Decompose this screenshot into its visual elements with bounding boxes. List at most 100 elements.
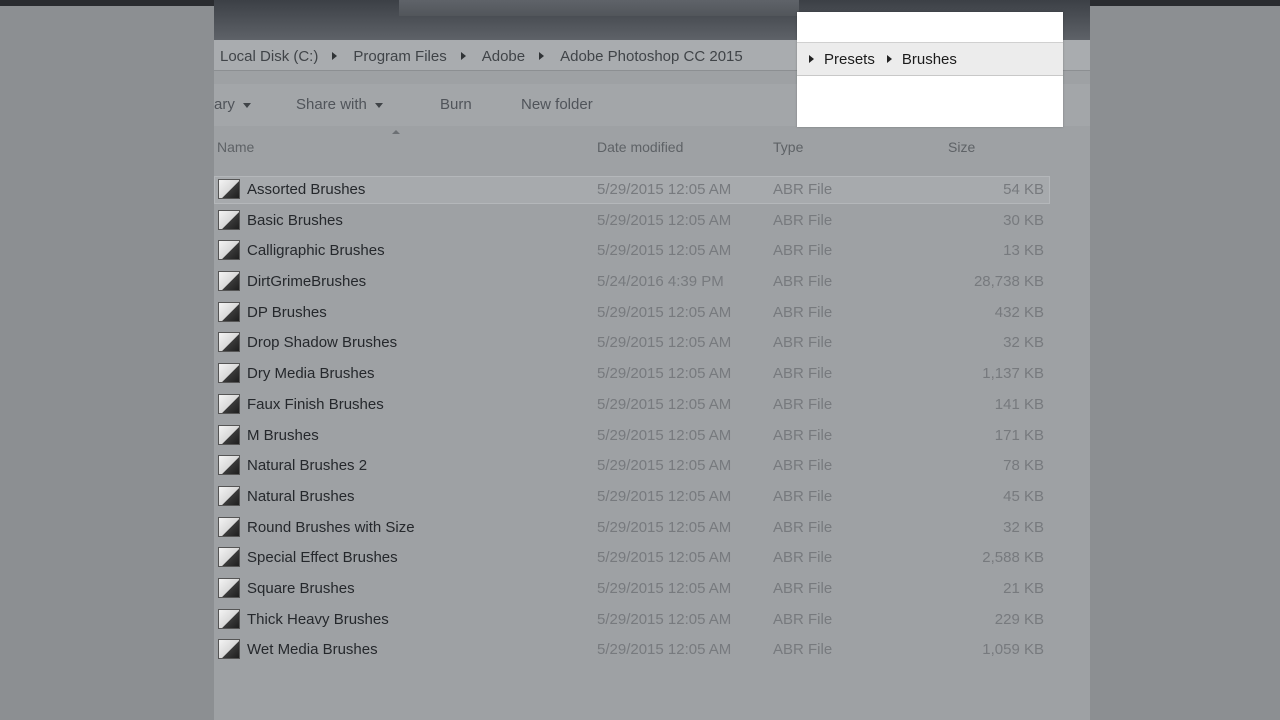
highlighted-toolbar-area [797,87,1063,127]
file-size: 30 KB [1003,211,1044,229]
abr-file-icon [218,301,240,322]
file-type: ABR File [773,549,833,567]
breadcrumb-arrow-icon[interactable] [460,52,466,60]
file-row[interactable]: Wet Media Brushes 5/29/2015 12:05 AM ABR F… [214,634,1090,665]
abr-file-icon [218,209,240,230]
file-size: 2,588 KB [982,549,1044,567]
file-row[interactable]: Square Brushes 5/29/2015 12:05 AM ABR File… [214,573,1090,604]
file-row[interactable]: Basic Brushes 5/29/2015 12:05 AM ABR File 3… [214,205,1090,236]
column-name[interactable]: Name [217,139,254,155]
crumb-program-files[interactable]: Program Files [351,48,448,65]
crumb-adobe[interactable]: Adobe [480,48,527,65]
breadcrumb: Local Disk (C:) Program Files Adobe Adob… [218,46,745,66]
file-type: ABR File [773,242,833,260]
include-in-library-label: ary [214,96,235,113]
file-row[interactable]: Dry Media Brushes 5/29/2015 12:05 AM ABR F… [214,358,1090,389]
breadcrumb-arrow-icon[interactable] [332,52,338,60]
file-size: 54 KB [1003,181,1044,198]
abr-file-icon [218,455,240,476]
new-folder-button[interactable]: New folder [521,96,593,113]
file-row[interactable]: Natural Brushes 2 5/29/2015 12:05 AM ABR F… [214,450,1090,481]
file-row[interactable]: Assorted Brushes 5/29/2015 12:05 AM ABR Fi… [214,174,1090,205]
file-date: 5/29/2015 12:05 AM [597,181,732,198]
file-name: Square Brushes [247,579,355,597]
file-row[interactable]: Natural Brushes 5/29/2015 12:05 AM ABR Fil… [214,481,1090,512]
crumb-brushes[interactable]: Brushes [902,51,957,68]
abr-file-icon [218,271,240,292]
file-type: ABR File [773,303,833,321]
file-size: 32 KB [1003,334,1044,352]
file-name: Thick Heavy Brushes [247,610,389,628]
abr-file-icon [218,424,240,445]
burn-button[interactable]: Burn [440,96,472,113]
file-row[interactable]: DirtGrimeBrushes 5/24/2016 4:39 PM ABR Fil… [214,266,1090,297]
breadcrumb-arrow-icon[interactable] [539,52,545,60]
file-type: ABR File [773,518,833,536]
file-type: ABR File [773,365,833,383]
highlighted-breadcrumb[interactable]: Presets Brushes [797,42,1063,76]
share-with-button[interactable]: Share with [296,96,383,113]
include-in-library-button[interactable]: ary [214,96,251,113]
abr-file-icon [218,363,240,384]
crumb-local-disk[interactable]: Local Disk (C:) [218,48,320,65]
file-name: Round Brushes with Size [247,518,415,536]
file-date: 5/29/2015 12:05 AM [597,395,732,413]
file-date: 5/29/2015 12:05 AM [597,549,732,567]
file-list: Assorted Brushes 5/29/2015 12:05 AM ABR Fi… [214,174,1090,665]
file-type: ABR File [773,641,833,659]
crumb-presets[interactable]: Presets [824,51,875,68]
breadcrumb-arrow-icon[interactable] [809,55,814,63]
file-row[interactable]: Special Effect Brushes 5/29/2015 12:05 AM… [214,542,1090,573]
file-size: 21 KB [1003,579,1044,597]
file-name: Wet Media Brushes [247,641,378,659]
column-size[interactable]: Size [948,139,975,155]
breadcrumb-arrow-icon[interactable] [886,55,892,63]
file-date: 5/29/2015 12:05 AM [597,487,732,505]
dropdown-caret-icon [242,102,251,108]
file-size: 45 KB [1003,487,1044,505]
file-date: 5/29/2015 12:05 AM [597,365,732,383]
file-type: ABR File [773,273,833,291]
file-row[interactable]: Thick Heavy Brushes 5/29/2015 12:05 AM ABR… [214,604,1090,635]
file-row[interactable]: Round Brushes with Size 5/29/2015 12:05 A… [214,512,1090,543]
file-date: 5/29/2015 12:05 AM [597,426,732,444]
abr-file-icon [218,179,240,199]
explorer-window: Local Disk (C:) Program Files Adobe Adob… [214,0,1090,720]
file-name: Calligraphic Brushes [247,242,385,260]
file-size: 78 KB [1003,457,1044,475]
abr-file-icon [218,485,240,506]
abr-file-icon [218,240,240,261]
column-date-modified[interactable]: Date modified [597,139,683,155]
file-size: 141 KB [994,395,1044,413]
file-row[interactable]: Faux Finish Brushes 5/29/2015 12:05 AM ABR… [214,389,1090,420]
file-row[interactable]: M Brushes 5/29/2015 12:05 AM ABR File 171 K… [214,420,1090,451]
file-size: 1,137 KB [982,365,1044,383]
file-row[interactable]: DP Brushes 5/29/2015 12:05 AM ABR File 432 … [214,297,1090,328]
abr-file-icon [218,393,240,414]
file-type: ABR File [773,579,833,597]
file-date: 5/29/2015 12:05 AM [597,211,732,229]
column-type[interactable]: Type [773,139,803,155]
highlighted-path-region: Presets Brushes [797,12,1063,127]
column-header: Name Date modified Type Size [214,130,1090,162]
file-size: 32 KB [1003,518,1044,536]
file-size: 432 KB [994,303,1044,321]
file-date: 5/24/2016 4:39 PM [597,273,724,291]
crumb-photoshop[interactable]: Adobe Photoshop CC 2015 [558,48,745,65]
file-date: 5/29/2015 12:05 AM [597,303,732,321]
sort-indicator-icon [392,130,400,134]
file-date: 5/29/2015 12:05 AM [597,242,732,260]
file-name: Assorted Brushes [247,181,366,198]
file-date: 5/29/2015 12:05 AM [597,457,732,475]
file-type: ABR File [773,181,833,198]
file-date: 5/29/2015 12:05 AM [597,518,732,536]
file-date: 5/29/2015 12:05 AM [597,641,732,659]
file-date: 5/29/2015 12:05 AM [597,334,732,352]
abr-file-icon [218,608,240,629]
file-name: DirtGrimeBrushes [247,273,367,291]
file-size: 229 KB [994,610,1044,628]
file-row[interactable]: Drop Shadow Brushes 5/29/2015 12:05 AM ABR… [214,327,1090,358]
file-name: Drop Shadow Brushes [247,334,398,352]
file-row[interactable]: Calligraphic Brushes 5/29/2015 12:05 AM AB… [214,235,1090,266]
abr-file-icon [218,516,240,537]
